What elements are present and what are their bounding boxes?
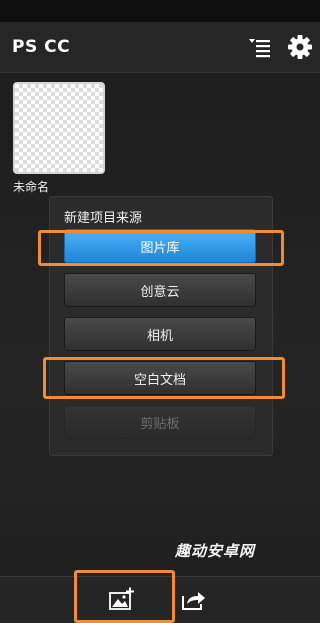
photo-library-button[interactable]: 图片库 <box>64 229 256 263</box>
watermark-text: 趣动安卓网 <box>175 542 256 560</box>
gear-icon[interactable] <box>287 34 313 60</box>
app-screen: PS CC 未命名 新建项目来源 图片库 创意云 相机 空白文档 剪贴板 趣动安… <box>0 0 320 623</box>
app-title: PS CC <box>12 37 71 57</box>
top-bar: PS CC <box>0 22 320 73</box>
bottom-toolbar <box>0 576 320 623</box>
camera-button[interactable]: 相机 <box>64 317 256 351</box>
menu-title: 新建项目来源 <box>64 211 143 226</box>
add-image-icon[interactable] <box>108 587 136 613</box>
sort-list-icon[interactable] <box>247 34 273 60</box>
clipboard-button: 剪贴板 <box>64 405 256 439</box>
document-name: 未命名 <box>13 180 50 194</box>
creative-cloud-button[interactable]: 创意云 <box>64 273 256 307</box>
document-thumbnail[interactable] <box>13 82 105 174</box>
new-project-menu: 新建项目来源 图片库 创意云 相机 空白文档 剪贴板 <box>49 196 273 456</box>
status-bar <box>0 0 320 22</box>
share-icon[interactable] <box>180 587 208 613</box>
blank-document-button[interactable]: 空白文档 <box>64 361 256 395</box>
